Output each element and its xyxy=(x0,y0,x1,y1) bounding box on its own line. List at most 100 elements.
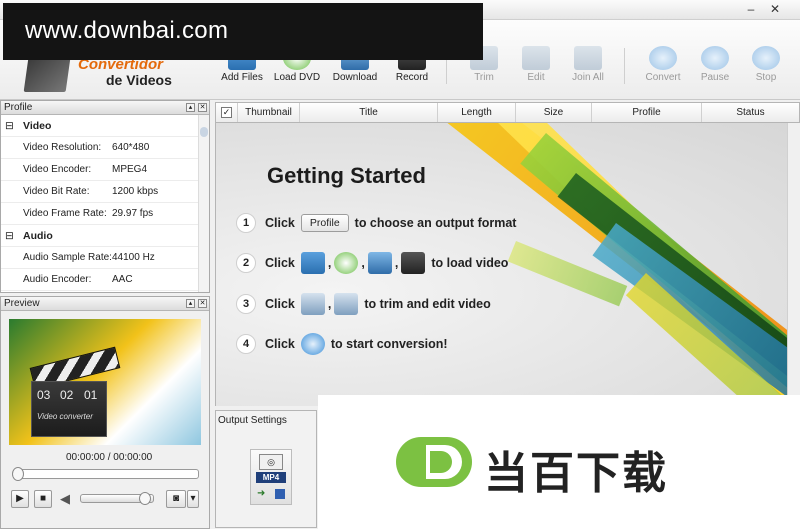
convert-button[interactable]: Convert xyxy=(634,26,692,96)
stop-label: Stop xyxy=(755,72,777,83)
property-row[interactable]: Video Resolution: 640*480 xyxy=(1,137,198,159)
profile-scrollbar[interactable] xyxy=(198,115,209,292)
add-files-icon[interactable] xyxy=(300,252,325,274)
audio-group-label: Audio xyxy=(23,230,53,242)
clapper-caption: Video converter xyxy=(37,412,93,421)
convert-icon xyxy=(649,46,677,70)
select-all-checkbox[interactable]: ✓ xyxy=(221,107,232,118)
snapshot-dropdown[interactable]: ▾ xyxy=(187,490,199,508)
trim-icon[interactable] xyxy=(300,293,325,315)
preview-panel-title: Preview xyxy=(4,298,40,309)
step-number: 1 xyxy=(236,213,256,233)
snapshot-button[interactable]: ◙ xyxy=(166,490,186,508)
join-icon xyxy=(574,46,602,70)
column-length[interactable]: Length xyxy=(438,103,516,122)
column-size[interactable]: Size xyxy=(516,103,592,122)
panel-close-button[interactable]: ✕ xyxy=(198,103,207,112)
record-label: Record xyxy=(395,72,429,83)
site-watermark-text: 当百下载 xyxy=(484,448,668,499)
volume-icon[interactable]: ◀ xyxy=(60,491,70,507)
logo-line2: de Videos xyxy=(106,72,172,88)
join-all-button[interactable]: Join All xyxy=(559,26,617,96)
step-click-text: Click xyxy=(265,256,295,270)
clapperboard-icon: 03 02 01 Video converter xyxy=(31,381,107,437)
property-value: 1200 kbps xyxy=(112,186,159,197)
step-text: to choose an output format xyxy=(354,216,517,230)
dvd-icon[interactable] xyxy=(334,252,359,274)
film-icon: ◎ xyxy=(259,454,283,470)
pause-button[interactable]: Pause xyxy=(686,26,744,96)
panel-close-button[interactable]: ✕ xyxy=(198,299,207,308)
load-dvd-label: Load DVD xyxy=(273,72,321,83)
property-row[interactable]: Video Encoder: MPEG4 xyxy=(1,159,198,181)
profile-shortcut-button[interactable]: Profile xyxy=(300,214,349,232)
column-thumbnail[interactable]: Thumbnail xyxy=(238,103,300,122)
decor-ray xyxy=(592,223,800,406)
step-number: 3 xyxy=(236,294,256,314)
property-key: Video Resolution: xyxy=(23,142,102,153)
edit-icon[interactable] xyxy=(334,293,359,315)
clapper-digit: 03 xyxy=(37,388,51,402)
property-value: 640*480 xyxy=(112,142,150,153)
panel-collapse-button[interactable]: ▴ xyxy=(186,299,195,308)
edit-button[interactable]: Edit xyxy=(507,26,565,96)
seek-thumb[interactable] xyxy=(12,467,24,481)
profile-panel-title: Profile xyxy=(4,102,33,113)
step-number: 2 xyxy=(236,253,256,273)
stop-playback-button[interactable]: ■ xyxy=(34,490,52,508)
video-group-row[interactable]: ⊟ Video xyxy=(1,115,198,137)
property-key: Audio Sample Rate: xyxy=(23,252,112,263)
toolbar-divider xyxy=(624,48,625,84)
preview-panel-header: Preview ▴ ✕ xyxy=(1,297,209,311)
download-icon[interactable] xyxy=(367,252,392,274)
step-text: to load video xyxy=(431,256,509,270)
add-files-label: Add Files xyxy=(221,72,263,83)
file-list-header: ✓ Thumbnail Title Length Size Profile St… xyxy=(215,102,800,123)
clapper-digit: 01 xyxy=(84,388,98,402)
close-button[interactable]: ✕ xyxy=(764,1,786,17)
save-icon xyxy=(275,489,285,499)
property-row[interactable]: Audio Sample Rate: 44100 Hz xyxy=(1,247,198,269)
audio-group-row[interactable]: ⊟ Audio xyxy=(1,225,198,247)
scrollbar-thumb[interactable] xyxy=(200,127,208,137)
panel-collapse-button[interactable]: ▴ xyxy=(186,103,195,112)
column-status[interactable]: Status xyxy=(702,103,799,122)
watermark-banner: www.downbai.com xyxy=(3,3,483,60)
select-all-checkbox-cell[interactable]: ✓ xyxy=(216,103,238,122)
step-1: 1 Click Profile to choose an output form… xyxy=(236,210,516,236)
preview-image: 03 02 01 Video converter xyxy=(9,319,201,445)
collapse-icon: ⊟ xyxy=(5,120,14,132)
minimize-button[interactable]: – xyxy=(740,1,762,17)
stop-icon xyxy=(752,46,780,70)
step-click-text: Click xyxy=(265,216,295,230)
step-text: to trim and edit video xyxy=(364,297,491,311)
getting-started-title: Getting Started xyxy=(267,163,426,188)
camera-icon[interactable] xyxy=(401,252,426,274)
profile-panel-header: Profile ▴ ✕ xyxy=(1,101,209,115)
convert-icon[interactable] xyxy=(300,333,325,355)
column-title[interactable]: Title xyxy=(300,103,438,122)
play-button[interactable]: ▶ xyxy=(11,490,29,508)
volume-slider[interactable] xyxy=(80,492,154,505)
output-format-icon[interactable]: ◎ MP4 ➜ xyxy=(250,449,292,505)
property-row[interactable]: Video Frame Rate: 29.97 fps xyxy=(1,203,198,225)
property-key: Video Bit Rate: xyxy=(23,186,90,197)
seek-bar[interactable] xyxy=(12,467,199,481)
column-profile[interactable]: Profile xyxy=(592,103,702,122)
property-key: Audio Encoder: xyxy=(23,274,92,285)
property-row[interactable]: Audio Encoder: AAC xyxy=(1,269,198,291)
site-watermark: D 当百下载 xyxy=(318,395,800,529)
app-logo: Convertidor de Videos xyxy=(20,54,190,94)
pause-label: Pause xyxy=(700,72,730,83)
property-value: 29.97 fps xyxy=(112,208,154,219)
stop-button[interactable]: Stop xyxy=(737,26,795,96)
step-2: 2 Click , , , to load video xyxy=(236,250,508,276)
list-scrollbar[interactable] xyxy=(787,123,800,406)
pause-icon xyxy=(701,46,729,70)
step-3: 3 Click , to trim and edit video xyxy=(236,291,491,317)
convert-label: Convert xyxy=(645,72,681,83)
step-click-text: Click xyxy=(265,297,295,311)
volume-thumb[interactable] xyxy=(139,492,151,505)
property-key: Video Frame Rate: xyxy=(23,208,107,219)
property-row[interactable]: Video Bit Rate: 1200 kbps xyxy=(1,181,198,203)
